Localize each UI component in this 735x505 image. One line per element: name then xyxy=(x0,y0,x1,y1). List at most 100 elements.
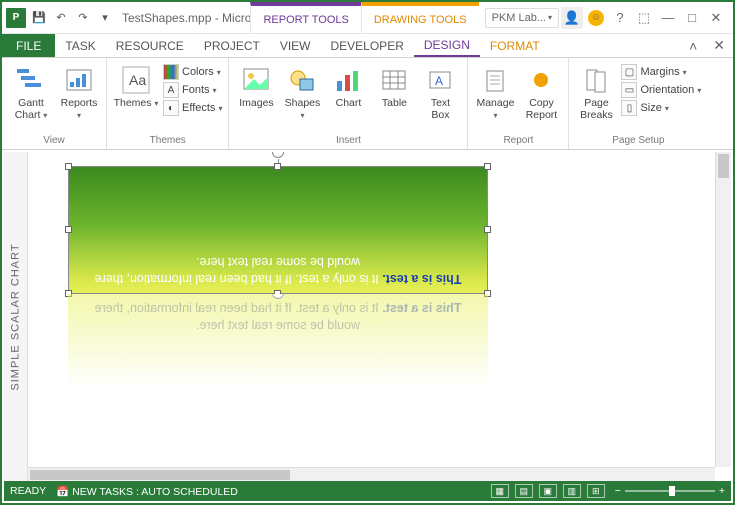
resize-handle[interactable] xyxy=(274,163,281,170)
view-shortcut-4[interactable]: ▥ xyxy=(563,484,581,498)
save-icon[interactable]: 💾 xyxy=(30,9,48,27)
tab-row: FILE TASK RESOURCE PROJECT VIEW DEVELOPE… xyxy=(2,34,733,58)
qat-dropdown-icon[interactable]: ▾ xyxy=(96,9,114,27)
shapes-button[interactable]: Shapes ▾ xyxy=(281,60,323,121)
scrollbar-thumb[interactable] xyxy=(718,154,729,178)
status-ready: READY xyxy=(10,485,46,497)
close-icon[interactable]: ✕ xyxy=(705,7,727,29)
selected-shape[interactable]: This is a test. It is only a test. If it… xyxy=(68,166,488,394)
orientation-button[interactable]: ▭Orientation▾ xyxy=(621,82,701,98)
context-tab-report-tools[interactable]: REPORT TOOLS xyxy=(250,2,360,33)
user-avatar[interactable]: 👤 xyxy=(561,7,583,29)
zoom-track[interactable] xyxy=(625,490,715,492)
effects-button[interactable]: ◐Effects▾ xyxy=(163,100,222,116)
tab-design[interactable]: DESIGN xyxy=(414,34,480,57)
page-breaks-label: Page Breaks xyxy=(580,98,613,121)
themes-button[interactable]: Aa Themes ▾ xyxy=(113,60,159,110)
group-report-label: Report xyxy=(474,134,562,149)
resize-handle[interactable] xyxy=(65,226,72,233)
side-panel-label[interactable]: SIMPLE SCALAR CHART xyxy=(4,152,28,481)
copy-report-button[interactable]: Copy Report xyxy=(520,60,562,121)
zoom-thumb[interactable] xyxy=(669,486,675,496)
images-button[interactable]: Images xyxy=(235,60,277,110)
rotate-handle-icon[interactable] xyxy=(272,152,284,158)
margins-button[interactable]: ▢Margins▾ xyxy=(621,64,701,80)
minimize-icon[interactable]: — xyxy=(657,7,679,29)
undo-icon[interactable]: ↶ xyxy=(52,9,70,27)
manage-button[interactable]: Manage ▾ xyxy=(474,60,516,121)
view-shortcuts: ▦ ▤ ▣ ▥ ⊞ xyxy=(491,484,605,498)
themes-label: Themes xyxy=(114,97,152,109)
zoom-in-icon[interactable]: + xyxy=(719,485,725,497)
canvas-area: SIMPLE SCALAR CHART This is a test. It i… xyxy=(4,152,731,481)
resize-handle[interactable] xyxy=(65,163,72,170)
view-shortcut-5[interactable]: ⊞ xyxy=(587,484,605,498)
context-tab-drawing-tools[interactable]: DRAWING TOOLS xyxy=(361,2,479,33)
ribbon: Gantt Chart ▾ Reports ▾ View Aa Themes ▾… xyxy=(2,58,733,150)
ribbon-display-icon[interactable]: ⬚ xyxy=(633,7,655,29)
page-breaks-button[interactable]: Page Breaks xyxy=(575,60,617,121)
collapse-ribbon-icon[interactable]: ˄ xyxy=(681,34,705,57)
scrollbar-thumb[interactable] xyxy=(30,470,290,480)
colors-button[interactable]: Colors▾ xyxy=(163,64,222,80)
window-title: TestShapes.mpp - Microsoft P... xyxy=(114,11,250,25)
zoom-slider[interactable]: − + xyxy=(615,485,725,497)
effects-label: Effects xyxy=(182,102,215,114)
side-panel-text: SIMPLE SCALAR CHART xyxy=(10,243,22,390)
copy-report-label: Copy Report xyxy=(526,98,558,121)
textbox-label: Text Box xyxy=(431,98,450,121)
view-shortcut-3[interactable]: ▣ xyxy=(539,484,557,498)
reports-button[interactable]: Reports ▾ xyxy=(58,60,100,121)
fonts-button[interactable]: AFonts▾ xyxy=(163,82,222,98)
shape-body[interactable]: This is a test. It is only a test. If it… xyxy=(68,166,488,294)
status-newtasks[interactable]: 📅 NEW TASKS : AUTO SCHEDULED xyxy=(56,485,238,498)
orientation-label: Orientation xyxy=(640,84,694,96)
copy-report-icon xyxy=(525,64,557,96)
restore-icon[interactable]: □ xyxy=(681,7,703,29)
help-icon[interactable]: ? xyxy=(609,7,631,29)
images-label: Images xyxy=(239,98,273,110)
document-surface[interactable]: This is a test. It is only a test. If it… xyxy=(28,152,715,467)
tab-project[interactable]: PROJECT xyxy=(194,34,270,57)
close-subwindow-icon[interactable]: ✕ xyxy=(705,34,733,57)
tab-file[interactable]: FILE xyxy=(2,34,55,57)
zoom-out-icon[interactable]: − xyxy=(615,485,621,497)
table-icon xyxy=(378,64,410,96)
status-bar: READY 📅 NEW TASKS : AUTO SCHEDULED ▦ ▤ ▣… xyxy=(4,481,731,501)
tab-task[interactable]: TASK xyxy=(55,34,105,57)
gantt-chart-button[interactable]: Gantt Chart ▾ xyxy=(8,60,54,121)
resize-handle[interactable] xyxy=(484,226,491,233)
textbox-icon: A xyxy=(424,64,456,96)
view-shortcut-2[interactable]: ▤ xyxy=(515,484,533,498)
size-button[interactable]: ▯Size▾ xyxy=(621,100,701,116)
table-label: Table xyxy=(382,98,407,110)
group-page-setup-label: Page Setup xyxy=(575,134,701,149)
vertical-scrollbar[interactable] xyxy=(715,152,731,467)
manage-icon xyxy=(479,64,511,96)
feedback-smiley-icon[interactable]: ☺ xyxy=(585,7,607,29)
images-icon xyxy=(240,64,272,96)
redo-icon[interactable]: ↷ xyxy=(74,9,92,27)
account-menu[interactable]: PKM Lab...▾ xyxy=(485,8,559,28)
status-newtasks-label: NEW TASKS : AUTO SCHEDULED xyxy=(72,486,238,498)
table-button[interactable]: Table xyxy=(373,60,415,110)
app-icon[interactable]: P xyxy=(6,8,26,28)
size-label: Size xyxy=(640,102,661,114)
tab-view[interactable]: VIEW xyxy=(270,34,321,57)
horizontal-scrollbar[interactable] xyxy=(28,467,715,481)
margins-label: Margins xyxy=(640,66,679,78)
group-report: Manage ▾ Copy Report Report xyxy=(468,58,569,149)
textbox-button[interactable]: A Text Box xyxy=(419,60,461,121)
tab-format[interactable]: FORMAT xyxy=(480,34,550,57)
tab-developer[interactable]: DEVELOPER xyxy=(321,34,414,57)
tab-resource[interactable]: RESOURCE xyxy=(106,34,194,57)
gantt-label: Gantt Chart xyxy=(15,97,44,121)
effects-icon: ◐ xyxy=(163,100,179,116)
chart-button[interactable]: Chart xyxy=(327,60,369,110)
shape-reflection: This is a test. It is only a test. If it… xyxy=(68,294,488,394)
fonts-label: Fonts xyxy=(182,84,210,96)
view-shortcut-1[interactable]: ▦ xyxy=(491,484,509,498)
app-window: P 💾 ↶ ↷ ▾ TestShapes.mpp - Microsoft P..… xyxy=(0,0,735,505)
resize-handle[interactable] xyxy=(484,163,491,170)
shapes-icon xyxy=(286,64,318,96)
